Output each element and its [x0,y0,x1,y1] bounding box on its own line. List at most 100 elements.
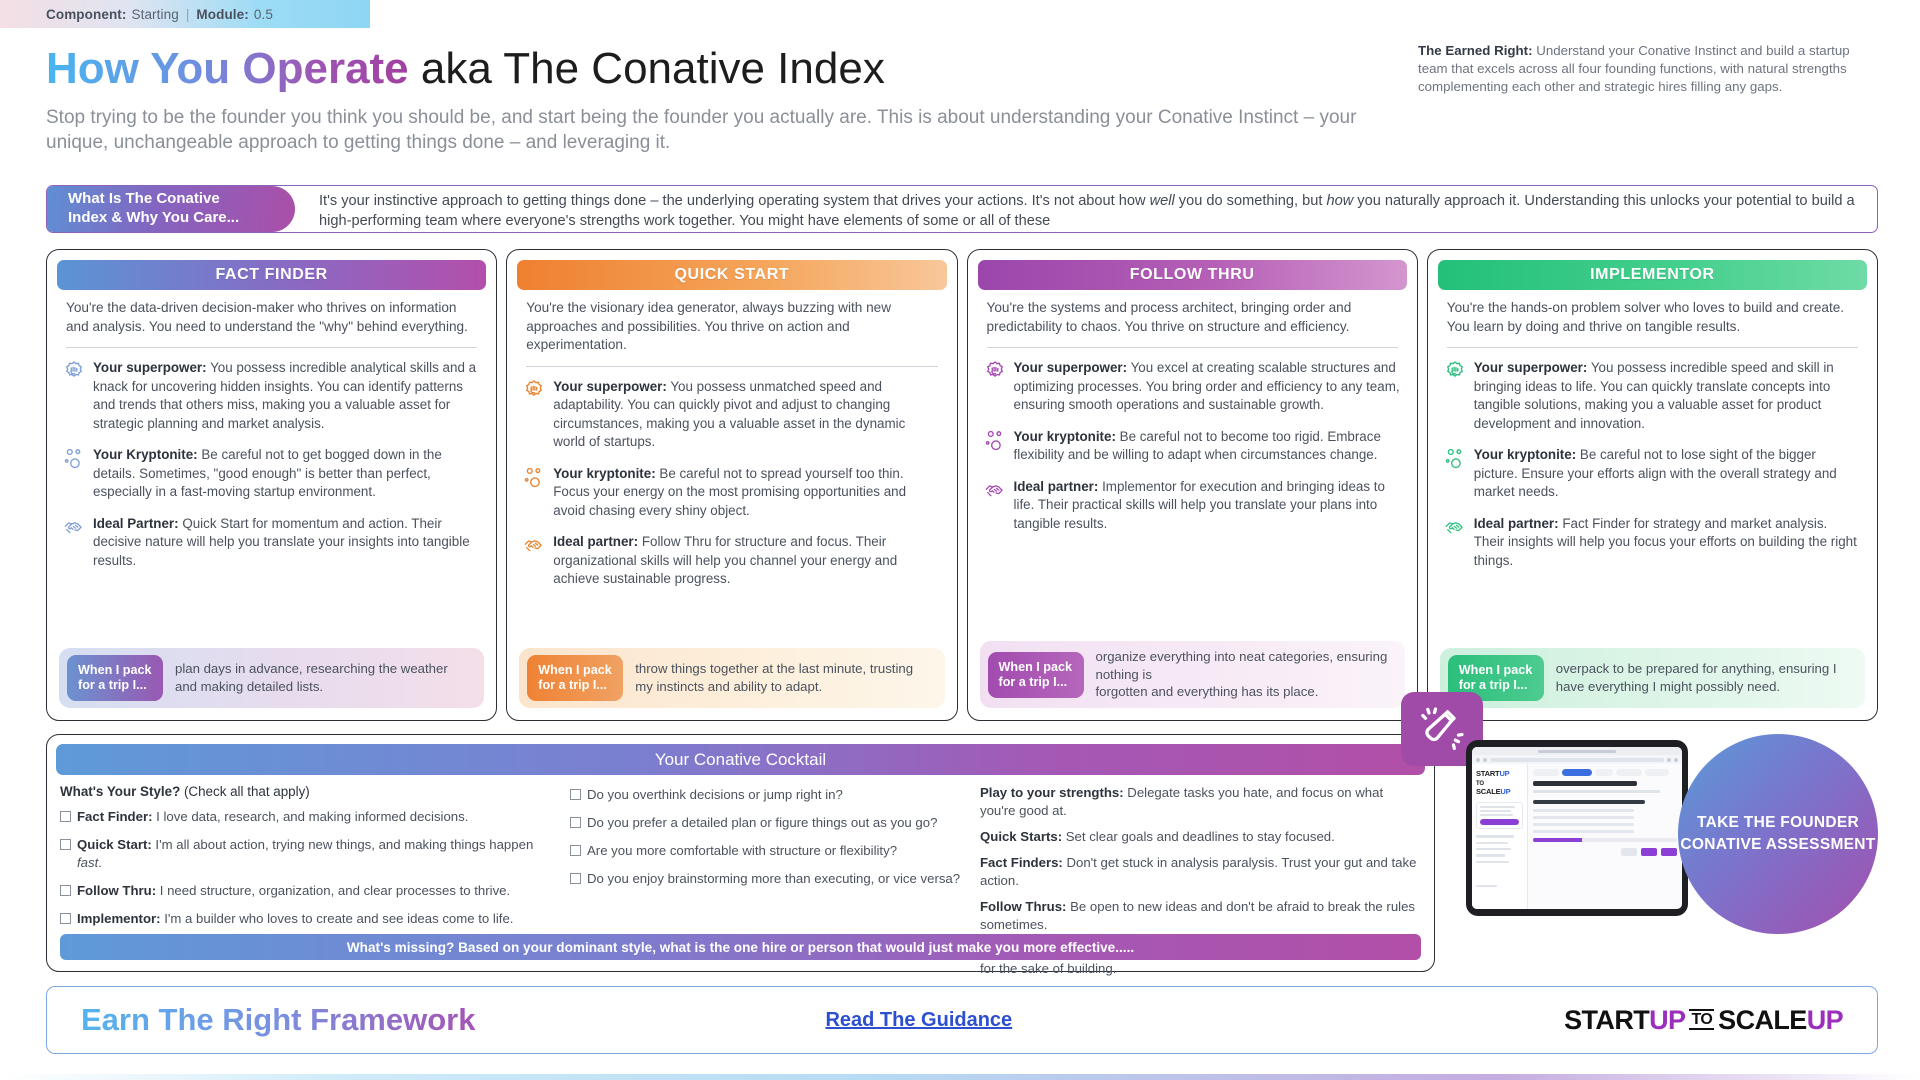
app-sidebar: STARTUP TO SCALEUP [1472,764,1528,909]
footer-title: Earn The Right Framework [81,1002,476,1037]
module-label: Module: [196,6,249,22]
cocktail-header: Your Conative Cocktail [56,692,1483,775]
kryptonite-point: Your kryptonite: Be careful not to becom… [984,428,1401,465]
bottom-accent-strip [0,1074,1920,1080]
pack-pill: When I pack for a trip I... [987,651,1084,698]
pack-example-box: When I pack for a trip I... throw things t… [519,647,945,708]
step-chip-3[interactable] [1595,769,1613,776]
step-chip-4[interactable] [1616,769,1642,776]
checkbox[interactable] [570,789,581,800]
ideal-partner-point: Ideal partner: Implementor for execution… [984,478,1401,534]
banner-tab-line1: What Is The Conative [68,190,220,208]
pack-example-box: When I pack for a trip I... plan days in a… [59,647,485,708]
assessment-option-1[interactable] [1533,808,1634,812]
brand-up1: UP [1649,1004,1686,1035]
checkbox[interactable] [60,912,71,924]
ideal-partner-text: Ideal partner: Implementor for execution… [1013,478,1385,531]
brand-up2: UP [1806,1004,1844,1035]
ideal-partner-text: Ideal Partner: Quick Start for momentum … [93,515,470,568]
brand-logo: STARTUP TO SCALEUP [1564,1005,1843,1036]
ideal-partner-point: Ideal partner: Follow Thru for structure… [523,533,940,589]
browser-toolbar [1472,755,1682,764]
step-chips [1533,769,1677,776]
style-checkbox-row[interactable]: Quick Start: I'm all about action, tryin… [60,836,560,872]
banner-tab[interactable]: What Is The Conative Index & Why You Car… [47,186,295,232]
share-icon [1667,757,1671,762]
reflection-question-text: Do you overthink decisions or jump right… [587,787,843,802]
step-chip-2[interactable] [1562,769,1592,776]
pack-answer-text: organize everything into neat categories… [1095,649,1388,700]
style-option-text: Implementor: I'm a builder who loves to … [77,910,514,926]
banner-text-b: you do something, but [1174,193,1327,209]
sidebar-cta-button[interactable] [1480,819,1519,826]
style-checkbox-row[interactable]: Fact Finder: I love data, research, and … [60,808,560,826]
superpower-icon [984,360,1006,382]
assessment-subtitle-placeholder [1533,790,1660,793]
assessment-content [1528,764,1682,909]
checkbox[interactable] [60,884,71,896]
style-checkbox-row[interactable]: Follow Thru: I need structure, organizat… [60,882,560,900]
conative-card-row: FACT FINDER You're the data-driven decisi… [46,249,1878,721]
people-icon [63,447,85,469]
superpower-text: Your superpower: You possess incredible … [1473,360,1834,431]
assessment-question-placeholder [1533,799,1646,804]
card-intro: You're the visionary idea generator, alw… [526,300,892,353]
back-button[interactable] [1621,847,1637,856]
assessment-option-2[interactable] [1533,815,1634,819]
sidebar-logo: STARTUP TO SCALEUP [1476,769,1523,796]
conative-card: FOLLOW THRU You're the systems and proces… [966,249,1418,721]
reflection-question-row[interactable]: Do you prefer a detailed plan or figure … [570,814,970,832]
forward-icon [1483,757,1487,762]
superpower-point: Your superpower: You excel at creating s… [984,359,1401,415]
pack-example-box: When I pack for a trip I... organize every… [979,641,1405,708]
browser-titlebar [1472,747,1682,755]
checkbox[interactable] [570,816,581,828]
style-question: What's Your Style? (Check all that apply… [60,784,560,799]
style-option-text: Quick Start: I'm all about action, tryin… [77,836,534,870]
component-label: Component: [46,6,127,22]
superpower-icon [1444,360,1466,382]
checkbox[interactable] [570,872,581,884]
style-checkbox-row[interactable]: Implementor: I'm a builder who loves to … [60,910,560,928]
card-intro: You're the systems and process architect… [986,300,1352,334]
read-the-guidance-link[interactable]: Read The Guidance [825,1009,1012,1032]
tabs-icon [1674,757,1678,762]
badge-separator: | [185,6,190,22]
superpower-text: Your superpower: You possess unmatched s… [553,378,906,450]
banner-em-well: well [1149,193,1175,209]
card-points: Your superpower: You excel at creating s… [978,348,1407,639]
conative-card: FACT FINDER You're the data-driven decisi… [46,249,498,721]
reflection-question-row[interactable]: Do you overthink decisions or jump right… [570,786,970,804]
coaching-tip: Follow Thrus: Be open to new ideas and d… [980,898,1416,932]
tablet-screen: STARTUP TO SCALEUP [1472,747,1682,909]
step-chip-5[interactable] [1645,769,1669,776]
assessment-option-4[interactable] [1533,829,1634,833]
next-button[interactable] [1661,847,1677,856]
conative-card: IMPLEMENTOR You're the hands-on problem s… [1426,249,1878,721]
banner-em-how: how [1326,193,1354,209]
coaching-tip: Quick Starts: Set clear goals and deadli… [980,828,1335,844]
checkbox[interactable] [570,844,581,856]
reflection-question-row[interactable]: Are you more comfortable with structure … [570,842,970,860]
ideal-partner-point: Ideal partner: Fact Finder for strategy … [1444,515,1861,571]
tablet-mockup: STARTUP TO SCALEUP [1466,740,1688,916]
step-chip-1[interactable] [1533,769,1559,776]
reflection-question-text: Do you prefer a detailed plan or figure … [587,814,938,830]
take-assessment-badge[interactable]: TAKE THE FOUNDER CONATIVE ASSESSMENT [1678,734,1878,934]
card-intro: You're the hands-on problem solver who l… [1446,300,1845,334]
people-icon [984,429,1006,451]
superpower-point: Your superpower: You possess incredible … [63,359,480,433]
checkbox[interactable] [60,811,71,822]
banner-text: It's your instinctive approach to gettin… [295,186,1877,232]
assessment-promo: STARTUP TO SCALEUP TAKE THE FOUNDER CONA… [1466,734,1878,934]
assessment-option-3[interactable] [1533,822,1634,826]
kryptonite-text: Your kryptonite: Be careful not to sprea… [553,465,907,518]
coaching-tip: Fact Finders: Don't get stuck in analysi… [980,854,1417,888]
checkbox[interactable] [60,838,71,850]
save-button[interactable] [1641,847,1657,856]
ideal-partner-text: Ideal partner: Follow Thru for structure… [553,534,898,587]
page-title-gradient: How You Operate [46,44,409,93]
kryptonite-text: Your Kryptonite: Be careful not to get b… [93,447,442,500]
ideal-partner-point: Ideal Partner: Quick Start for momentum … [63,515,480,571]
reflection-question-row[interactable]: Do you enjoy brainstorming more than exe… [570,870,970,888]
